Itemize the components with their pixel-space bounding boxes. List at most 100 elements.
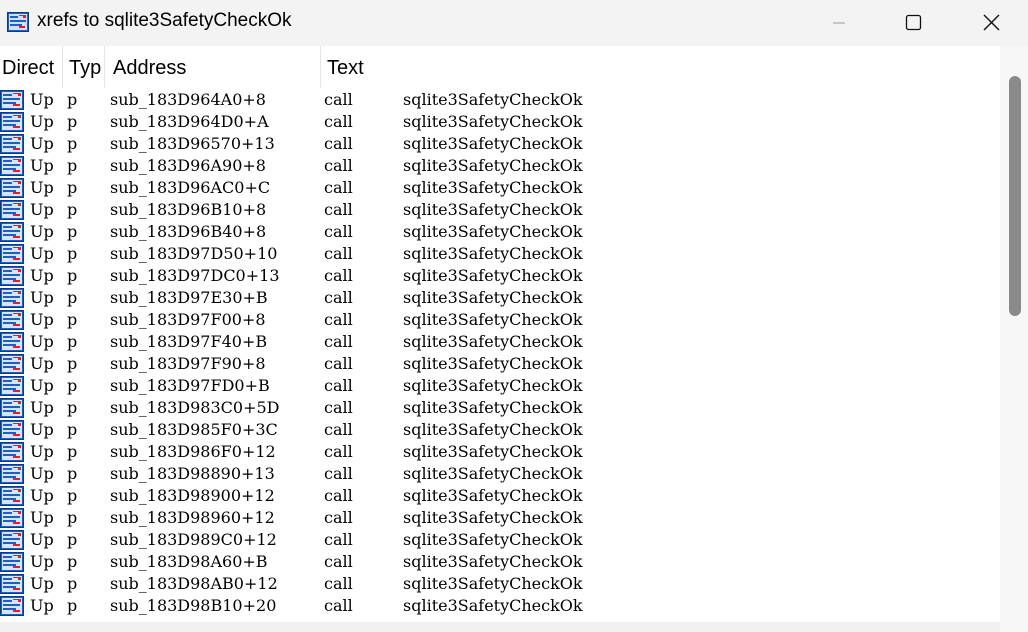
row-target: sqlite3SafetyCheckOk [403, 354, 583, 373]
row-address: sub_183D98890+13 [110, 464, 275, 483]
xref-code-icon [0, 486, 24, 506]
table-row[interactable]: Up p sub_183D96A90+8 call sqlite3SafetyCheck… [0, 155, 1000, 177]
row-target: sqlite3SafetyCheckOk [403, 178, 583, 197]
row-target: sqlite3SafetyCheckOk [403, 596, 583, 615]
row-instruction: call [324, 332, 353, 351]
row-target: sqlite3SafetyCheckOk [403, 222, 583, 241]
row-address: sub_183D96B10+8 [110, 200, 267, 219]
maximize-icon [905, 14, 922, 31]
xref-code-icon [0, 376, 24, 396]
table-row[interactable]: Up p sub_183D964D0+A call sqlite3SafetyCheck… [0, 111, 1000, 133]
row-type: p [67, 332, 78, 351]
table-row[interactable]: Up p sub_183D98B10+20 call sqlite3SafetyChec… [0, 595, 1000, 617]
row-target: sqlite3SafetyCheckOk [403, 112, 583, 131]
table-row[interactable]: Up p sub_183D96B40+8 call sqlite3SafetyCheck… [0, 221, 1000, 243]
row-type: p [67, 596, 78, 615]
column-header-direction[interactable]: Direct [0, 46, 63, 88]
row-type: p [67, 420, 78, 439]
table-row[interactable]: Up p sub_183D98900+12 call sqlite3SafetyChec… [0, 485, 1000, 507]
row-address: sub_183D986F0+12 [110, 442, 276, 461]
xref-code-icon [0, 112, 24, 132]
table-row[interactable]: Up p sub_183D983C0+5D call sqlite3SafetyChec… [0, 397, 1000, 419]
table-row[interactable]: Up p sub_183D97F00+8 call sqlite3SafetyCheck… [0, 309, 1000, 331]
row-address: sub_183D98A60+B [110, 552, 268, 571]
row-target: sqlite3SafetyCheckOk [403, 90, 583, 109]
row-direction: Up [30, 178, 54, 197]
row-instruction: call [324, 156, 353, 175]
minimize-icon [833, 22, 845, 24]
xrefs-list-view[interactable]: Direct Typ Address Text Up p sub_183D964A0… [0, 46, 1028, 632]
table-row[interactable]: Up p sub_183D98AB0+12 call sqlite3SafetyChec… [0, 573, 1000, 595]
vertical-scrollbar[interactable] [1000, 46, 1028, 632]
table-row[interactable]: Up p sub_183D97E30+B call sqlite3SafetyCheck… [0, 287, 1000, 309]
xref-code-icon [0, 178, 24, 198]
row-instruction: call [324, 398, 353, 417]
row-instruction: call [324, 112, 353, 131]
table-row[interactable]: Up p sub_183D97FD0+B call sqlite3SafetyCheck… [0, 375, 1000, 397]
row-address: sub_183D97F90+8 [110, 354, 266, 373]
row-direction: Up [30, 222, 54, 241]
row-instruction: call [324, 508, 353, 527]
table-row[interactable]: Up p sub_183D98A60+B call sqlite3SafetyCheck… [0, 551, 1000, 573]
row-target: sqlite3SafetyCheckOk [403, 266, 583, 285]
scrollbar-thumb[interactable] [1009, 76, 1021, 316]
row-type: p [67, 486, 78, 505]
xref-code-icon [0, 244, 24, 264]
row-instruction: call [324, 376, 353, 395]
table-row[interactable]: Up p sub_183D96AC0+C call sqlite3SafetyCheck… [0, 177, 1000, 199]
maximize-button[interactable] [890, 0, 936, 46]
row-address: sub_183D97E30+B [110, 288, 268, 307]
minimize-button[interactable] [816, 0, 862, 46]
table-row[interactable]: Up p sub_183D985F0+3C call sqlite3SafetyChec… [0, 419, 1000, 441]
table-row[interactable]: Up p sub_183D97D50+10 call sqlite3SafetyChec… [0, 243, 1000, 265]
row-direction: Up [30, 552, 54, 571]
horizontal-scrollbar[interactable] [0, 622, 1000, 632]
row-instruction: call [324, 310, 353, 329]
row-target: sqlite3SafetyCheckOk [403, 332, 583, 351]
table-row[interactable]: Up p sub_183D96570+13 call sqlite3SafetyChec… [0, 133, 1000, 155]
title-bar[interactable]: xrefs to sqlite3SafetyCheckOk [0, 0, 1028, 46]
row-target: sqlite3SafetyCheckOk [403, 288, 583, 307]
row-direction: Up [30, 156, 54, 175]
row-target: sqlite3SafetyCheckOk [403, 398, 583, 417]
row-target: sqlite3SafetyCheckOk [403, 420, 583, 439]
row-direction: Up [30, 310, 54, 329]
xref-code-icon [0, 156, 24, 176]
table-row[interactable]: Up p sub_183D97DC0+13 call sqlite3SafetyChec… [0, 265, 1000, 287]
row-instruction: call [324, 266, 353, 285]
row-direction: Up [30, 200, 54, 219]
row-address: sub_183D97FD0+B [110, 376, 270, 395]
table-row[interactable]: Up p sub_183D98890+13 call sqlite3SafetyChec… [0, 463, 1000, 485]
row-type: p [67, 442, 78, 461]
row-type: p [67, 90, 78, 109]
xref-code-icon [0, 332, 24, 352]
row-address: sub_183D96AC0+C [110, 178, 271, 197]
row-instruction: call [324, 552, 353, 571]
row-instruction: call [324, 574, 353, 593]
table-row[interactable]: Up p sub_183D98960+12 call sqlite3SafetyChec… [0, 507, 1000, 529]
table-row[interactable]: Up p sub_183D97F90+8 call sqlite3SafetyCheck… [0, 353, 1000, 375]
column-header-text[interactable]: Text [321, 46, 1000, 88]
row-target: sqlite3SafetyCheckOk [403, 310, 583, 329]
row-type: p [67, 134, 78, 153]
column-header-type[interactable]: Typ [63, 46, 105, 88]
xref-code-icon [0, 530, 24, 550]
table-row[interactable]: Up p sub_183D989C0+12 call sqlite3SafetyChec… [0, 529, 1000, 551]
xref-code-icon [0, 310, 24, 330]
row-instruction: call [324, 90, 353, 109]
row-instruction: call [324, 530, 353, 549]
table-row[interactable]: Up p sub_183D986F0+12 call sqlite3SafetyChec… [0, 441, 1000, 463]
table-row[interactable]: Up p sub_183D97F40+B call sqlite3SafetyCheck… [0, 331, 1000, 353]
row-direction: Up [30, 508, 54, 527]
column-header-address[interactable]: Address [105, 46, 321, 88]
row-direction: Up [30, 244, 54, 263]
table-row[interactable]: Up p sub_183D964A0+8 call sqlite3SafetyCheck… [0, 89, 1000, 111]
row-target: sqlite3SafetyCheckOk [403, 508, 583, 527]
row-target: sqlite3SafetyCheckOk [403, 530, 583, 549]
row-instruction: call [324, 222, 353, 241]
row-direction: Up [30, 112, 54, 131]
close-button[interactable] [968, 0, 1014, 46]
table-row[interactable]: Up p sub_183D96B10+8 call sqlite3SafetyCheck… [0, 199, 1000, 221]
row-instruction: call [324, 464, 353, 483]
xref-code-icon [0, 508, 24, 528]
